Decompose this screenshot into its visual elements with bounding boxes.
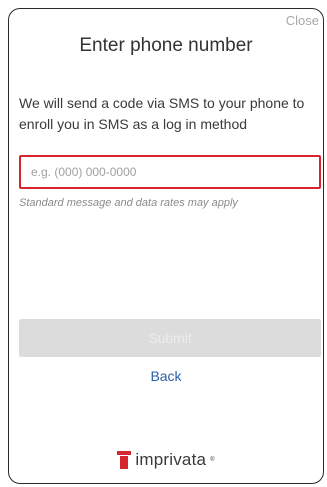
imprivata-logo: imprivata ® [9,450,323,470]
imprivata-logo-icon [117,451,132,469]
close-link[interactable]: Close [286,13,319,28]
back-link[interactable]: Back [9,368,323,384]
rates-note: Standard message and data rates may appl… [19,197,238,209]
dialog-description: We will send a code via SMS to your phon… [19,95,305,132]
trademark-symbol: ® [210,457,215,463]
enroll-sms-dialog: Close Enter phone number We will send a … [8,8,324,484]
dialog-title: Enter phone number [79,35,253,56]
submit-button[interactable]: Submit [19,319,321,357]
logo-text: imprivata [135,450,207,469]
phone-number-input[interactable] [19,155,321,189]
